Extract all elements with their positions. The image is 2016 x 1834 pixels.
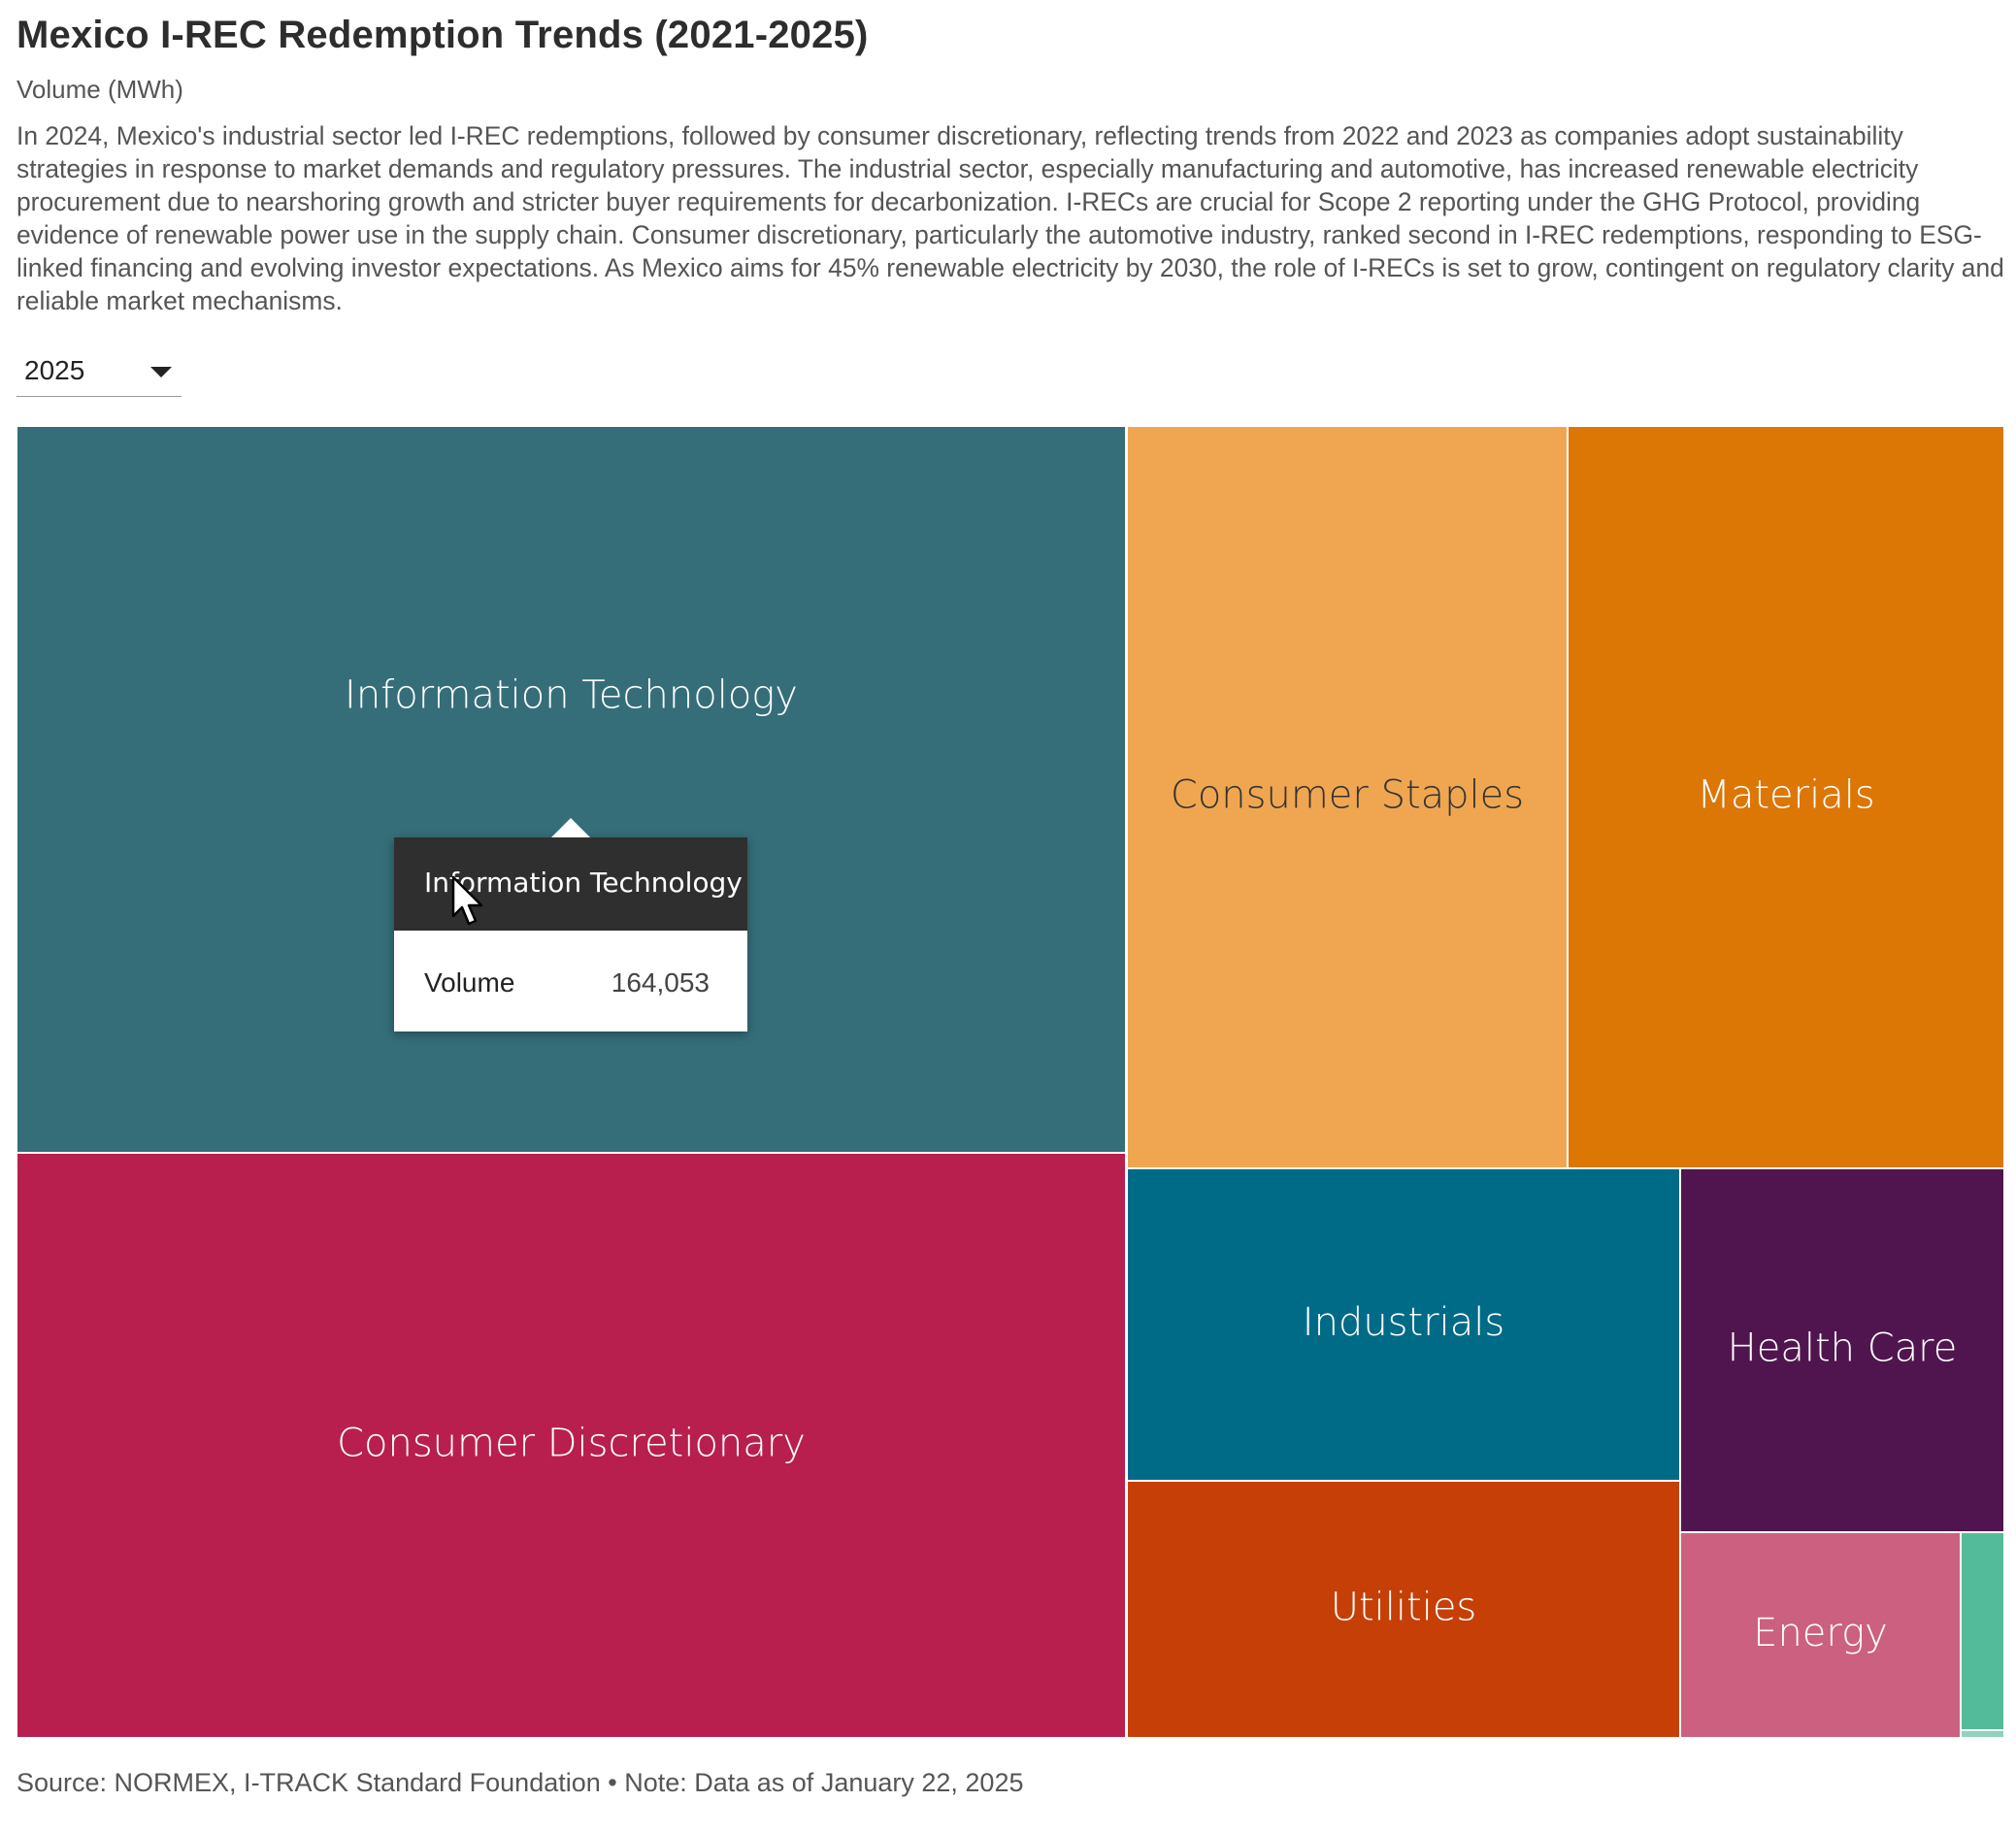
tile-label-industrials: Industrials bbox=[1303, 1300, 1504, 1345]
tile-label-consumer-discretionary: Consumer Discretionary bbox=[337, 1422, 806, 1466]
tile-label-information-technology: Information Technology bbox=[345, 672, 798, 717]
tile-label-health-care: Health Care bbox=[1728, 1326, 1958, 1371]
treemap-tooltip: Information Technology Volume 164,053 bbox=[394, 818, 747, 1032]
treemap-chart: Information Technology Consumer Discretio… bbox=[16, 425, 2005, 1739]
tile-label-consumer-staples: Consumer Staples bbox=[1171, 773, 1524, 818]
tooltip-metric-label: Volume bbox=[424, 967, 515, 998]
tile-sector-8[interactable] bbox=[1960, 1531, 2005, 1731]
tile-label-energy: Energy bbox=[1753, 1611, 1888, 1655]
tooltip-metric-value: 164,053 bbox=[611, 967, 710, 998]
source-note: Source: NORMEX, I-TRACK Standard Foundat… bbox=[17, 1768, 1024, 1797]
mouse-cursor-icon bbox=[451, 875, 483, 926]
tooltip-arrow bbox=[551, 818, 590, 837]
tile-sector-9[interactable] bbox=[1960, 1729, 2005, 1739]
tile-label-utilities: Utilities bbox=[1331, 1586, 1477, 1630]
tile-information-technology[interactable] bbox=[16, 425, 1127, 1154]
tooltip-header: Information Technology bbox=[394, 837, 747, 931]
tile-label-materials: Materials bbox=[1697, 773, 1874, 818]
